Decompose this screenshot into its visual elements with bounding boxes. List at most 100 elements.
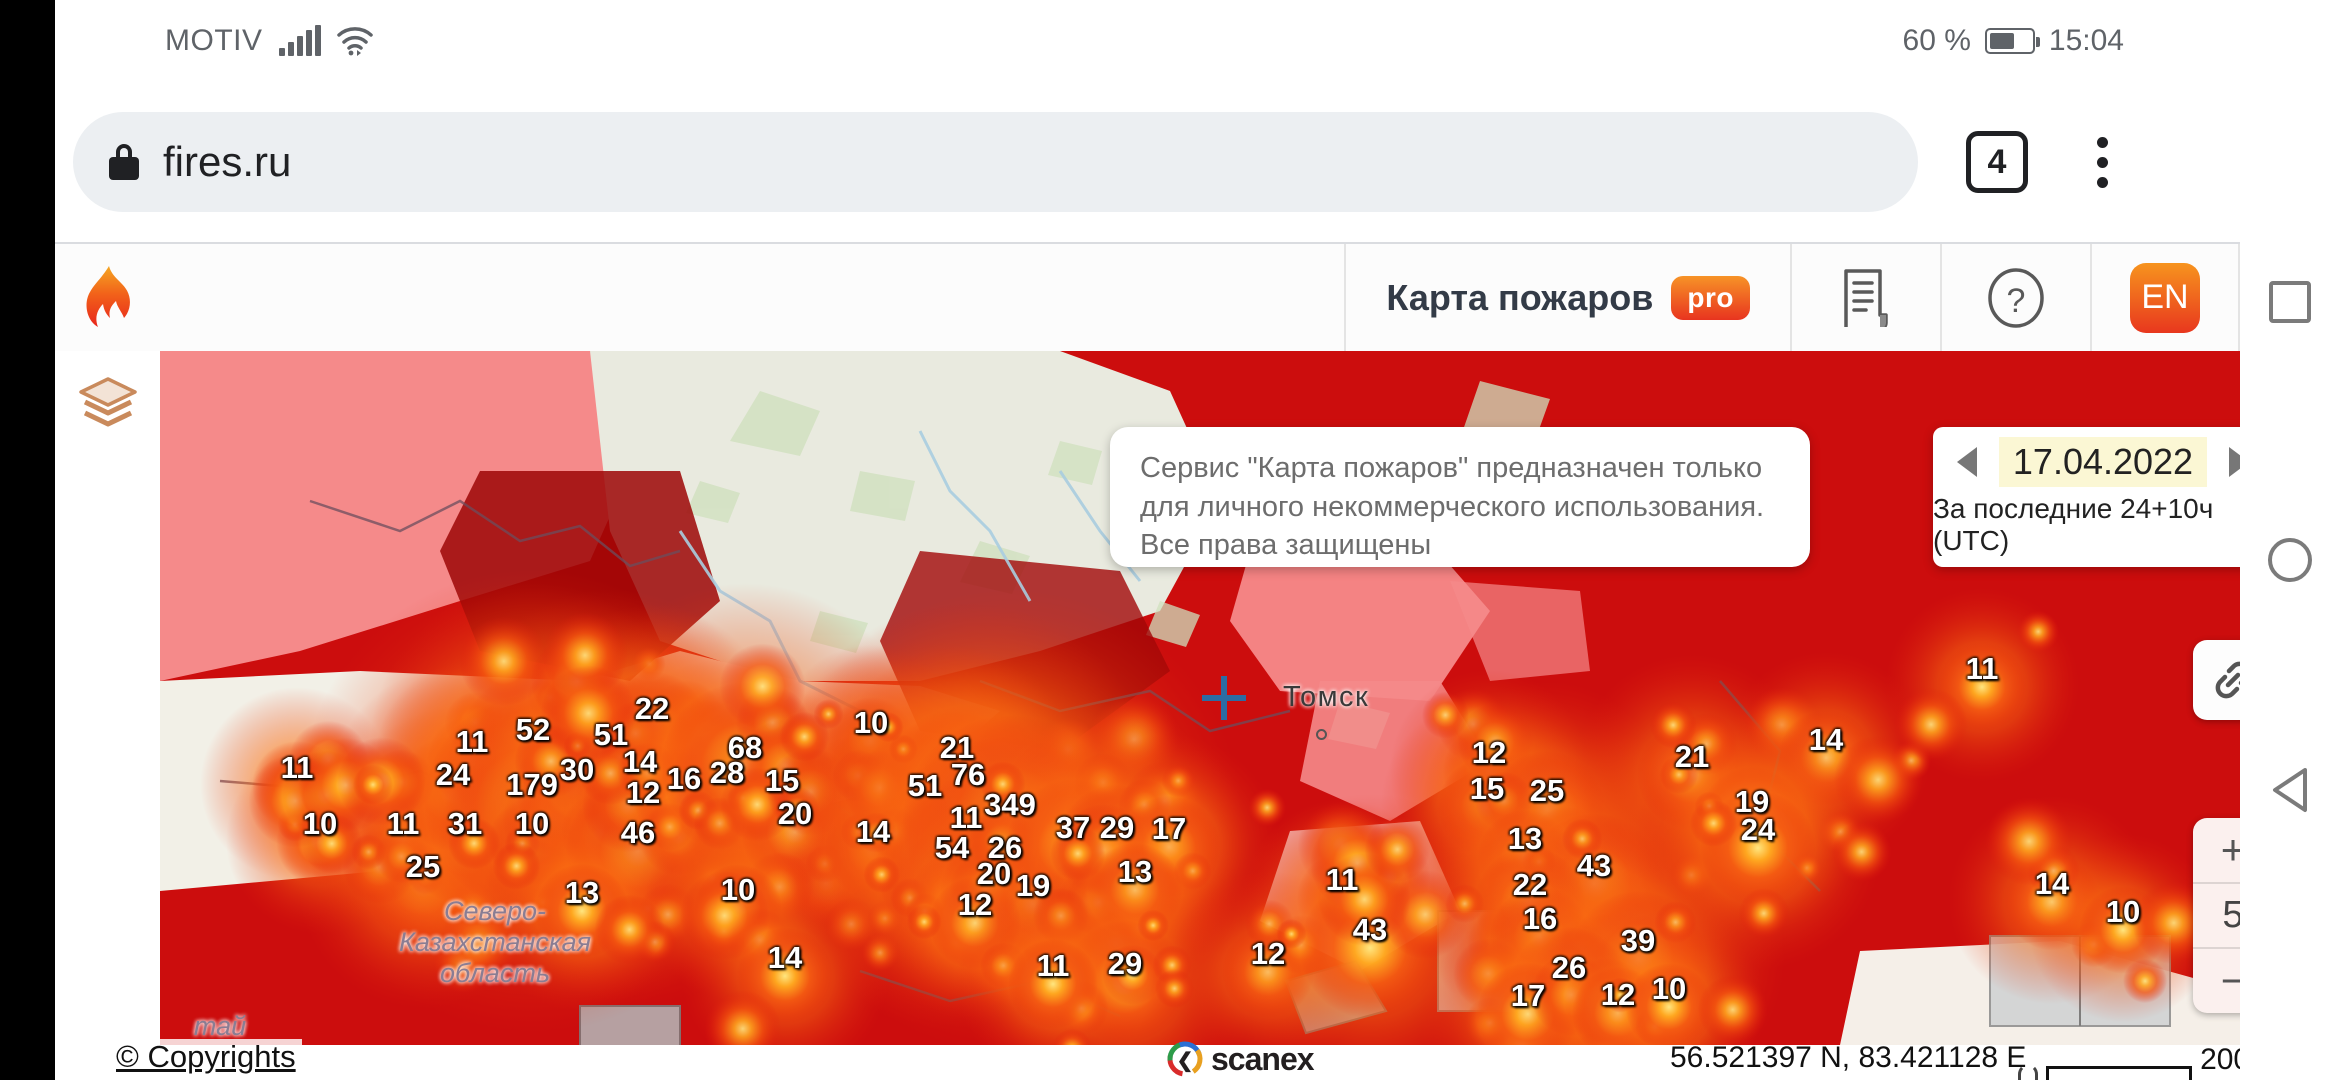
fire-cluster-count[interactable]: 179	[506, 767, 558, 803]
fire-cluster-count[interactable]: 25	[1530, 773, 1564, 809]
fire-cluster-count[interactable]: 349	[984, 787, 1036, 823]
fire-cluster-count[interactable]: 13	[1508, 821, 1542, 857]
scanex-mark-icon: ❮	[1167, 1041, 1203, 1077]
home-circle-icon	[2268, 538, 2312, 582]
fire-cluster-count[interactable]: 14	[768, 940, 802, 976]
fire-cluster-count[interactable]: 68	[728, 730, 762, 766]
wifi-icon	[336, 26, 373, 56]
fire-cluster-count[interactable]: 13	[1118, 854, 1152, 890]
fire-cluster-count[interactable]: 11	[1966, 651, 1999, 687]
svg-text:?: ?	[2007, 282, 2026, 320]
fire-cluster-count[interactable]: 14	[2035, 866, 2069, 902]
svg-text:❮: ❮	[1177, 1050, 1194, 1073]
fire-cluster-count[interactable]: 21	[1675, 739, 1709, 775]
fire-cluster-count[interactable]: 15	[765, 763, 799, 799]
phone-screenshot: MOTIV 60 % 15:04 fires.ru 4 Карта пожаро…	[0, 0, 2340, 1080]
fire-cluster-count[interactable]: 22	[635, 691, 669, 727]
fire-cluster-count[interactable]: 11	[387, 806, 420, 842]
usage-notice-popup[interactable]: Сервис "Карта пожаров" предназначен толь…	[1110, 427, 1810, 567]
fire-cluster-count[interactable]: 13	[565, 875, 599, 911]
address-bar[interactable]: fires.ru	[73, 112, 1918, 212]
copyrights-link[interactable]: © Copyrights	[110, 1039, 302, 1075]
fire-cluster-count[interactable]: 10	[515, 806, 549, 842]
fire-cluster-count[interactable]: 29	[1100, 810, 1134, 846]
flame-logo-icon[interactable]	[55, 244, 163, 351]
fire-cluster-count[interactable]: 16	[1523, 901, 1557, 937]
page-title: Карта пожаров	[1386, 276, 1654, 318]
fire-cluster-count[interactable]: 51	[908, 768, 942, 804]
fire-cluster-count[interactable]: 19	[1016, 868, 1050, 904]
fire-cluster-count[interactable]: 54	[935, 830, 969, 866]
fire-cluster-count[interactable]: 22	[1513, 867, 1547, 903]
date-value[interactable]: 17.04.2022	[1998, 437, 2208, 487]
recents-square-icon	[2269, 281, 2311, 323]
arrow-left-icon[interactable]	[1956, 447, 1977, 477]
fire-cluster-count[interactable]: 46	[621, 815, 655, 851]
fire-cluster-count[interactable]: 11	[1037, 948, 1070, 984]
fire-cluster-count[interactable]: 12	[1251, 936, 1285, 972]
scanex-wordmark: scanex	[1211, 1040, 1315, 1077]
city-label-tomsk: Томск	[1283, 681, 1370, 713]
map-status-bar: © Copyrights ❮ scanex 56.521397 N, 83.42…	[110, 1035, 2250, 1080]
fire-cluster-count[interactable]: 14	[856, 814, 890, 850]
help-question-icon[interactable]: ?	[1940, 244, 2090, 351]
nav-back-button[interactable]	[2240, 760, 2340, 820]
fire-cluster-count[interactable]: 12	[1601, 977, 1635, 1013]
battery-percent-label: 60 %	[1902, 24, 1971, 57]
fire-cluster-count[interactable]: 10	[1652, 971, 1686, 1007]
left-bezel	[0, 0, 55, 1080]
scale-bar-line	[2045, 1066, 2193, 1080]
app-toolbar: Карта пожаров pro ? EN	[55, 244, 2240, 351]
fire-cluster-count[interactable]: 10	[854, 705, 888, 741]
pro-badge: pro	[1671, 275, 1750, 320]
ruler-icon	[2018, 1064, 2038, 1080]
status-bar: MOTIV 60 % 15:04	[55, 0, 2240, 82]
tab-count-button[interactable]: 4	[1966, 131, 2028, 193]
fire-cluster-count[interactable]: 10	[2106, 894, 2140, 930]
fire-cluster-count[interactable]: 17	[1511, 978, 1545, 1014]
cellular-signal-icon	[278, 25, 321, 56]
nav-recents-button[interactable]	[2240, 272, 2340, 332]
language-label: EN	[2130, 262, 2200, 333]
fire-cluster-count[interactable]: 10	[721, 872, 755, 908]
fire-cluster-count[interactable]: 11	[281, 750, 314, 786]
map-title-block[interactable]: Карта пожаров pro	[1344, 244, 1790, 351]
fire-cluster-count[interactable]: 43	[1353, 912, 1387, 948]
fire-cluster-count[interactable]: 30	[560, 752, 594, 788]
fire-cluster-count[interactable]: 39	[1621, 923, 1655, 959]
fire-cluster-count[interactable]: 10	[303, 806, 337, 842]
document-icon[interactable]	[1790, 244, 1940, 351]
fire-cluster-count[interactable]: 26	[1552, 950, 1586, 986]
fire-cluster-count[interactable]: 14	[1809, 722, 1843, 758]
nav-home-button[interactable]	[2240, 530, 2340, 590]
back-triangle-icon	[2273, 768, 2307, 812]
carrier-label: MOTIV	[165, 24, 263, 57]
fire-cluster-count[interactable]: 31	[448, 806, 482, 842]
fire-cluster-count[interactable]: 12	[958, 887, 992, 923]
fire-cluster-count[interactable]: 52	[516, 712, 550, 748]
date-picker-panel[interactable]: 17.04.2022 За последние 24+10ч (UTC)	[1933, 427, 2273, 567]
fire-cluster-count[interactable]: 11	[1326, 862, 1359, 898]
fire-cluster-count[interactable]: 24	[436, 757, 470, 793]
fire-cluster-count[interactable]: 20	[778, 796, 812, 832]
overflow-menu-icon[interactable]	[2080, 131, 2124, 193]
fire-cluster-count[interactable]: 11	[456, 724, 489, 760]
map-crosshair-cursor	[1202, 676, 1246, 720]
layers-icon[interactable]	[55, 351, 160, 456]
fire-cluster-count[interactable]: 76	[951, 757, 985, 793]
lock-icon	[109, 144, 139, 180]
fire-cluster-count[interactable]: 25	[406, 849, 440, 885]
fire-cluster-count[interactable]: 29	[1108, 946, 1142, 982]
url-text: fires.ru	[163, 138, 292, 185]
fire-cluster-count[interactable]: 17	[1152, 811, 1186, 847]
language-button[interactable]: EN	[2090, 244, 2240, 351]
fire-cluster-count[interactable]: 37	[1056, 810, 1090, 846]
browser-toolbar: fires.ru 4	[55, 82, 2240, 242]
fire-cluster-count[interactable]: 12	[1472, 735, 1506, 771]
fire-cluster-count[interactable]: 24	[1741, 812, 1775, 848]
fire-cluster-count[interactable]: 16	[667, 761, 701, 797]
fire-cluster-count[interactable]: 12	[626, 775, 660, 811]
fire-cluster-count[interactable]: 15	[1470, 771, 1504, 807]
fire-cluster-count[interactable]: 43	[1577, 848, 1611, 884]
scanex-logo[interactable]: ❮ scanex	[1165, 1039, 1315, 1079]
